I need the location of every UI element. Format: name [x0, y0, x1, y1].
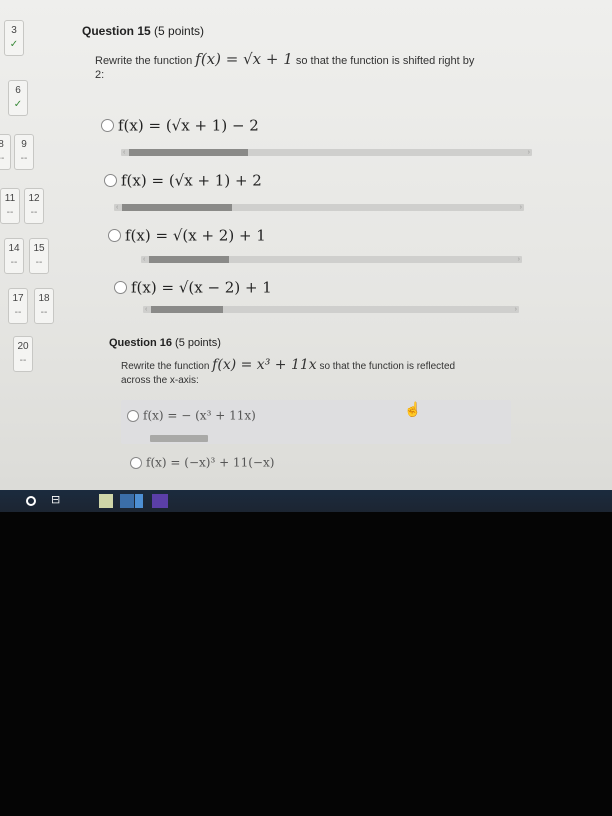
question-15-prompt: Rewrite the function f(x) = √x + 1 so th…	[95, 52, 545, 82]
prompt-text-line2: across the x-axis:	[121, 375, 199, 386]
nav-question-15[interactable]: 15 --	[29, 238, 49, 274]
teams-icon[interactable]	[152, 494, 168, 508]
scroll-thumb[interactable]	[129, 149, 248, 156]
nav-status: ✓	[13, 99, 23, 110]
option-expression: f(x) = − (x³ + 11x)	[143, 408, 256, 423]
nav-status: --	[19, 355, 27, 366]
q15-option-1[interactable]: f(x) = (√x + 1) − 2	[101, 115, 259, 135]
question-15-title: Question 15 (5 points)	[82, 24, 204, 38]
prompt-text-tail: 2:	[95, 69, 105, 81]
scroll-right-icon[interactable]: ›	[515, 305, 517, 314]
question-16-prompt: Rewrite the function f(x) = x³ + 11x so …	[121, 358, 521, 388]
scroll-left-icon[interactable]: ‹	[123, 148, 125, 157]
prompt-text-continued: so that the function is shifted right by	[295, 55, 475, 67]
nav-status: --	[14, 307, 22, 318]
nav-question-14[interactable]: 14 --	[4, 238, 24, 274]
mail-icon[interactable]	[120, 494, 134, 508]
nav-number: 3	[11, 25, 17, 36]
q15-option-2-scrollbar[interactable]: ‹ ›	[114, 204, 524, 211]
nav-status: --	[6, 207, 14, 218]
radio-button[interactable]	[114, 281, 127, 294]
scroll-right-icon[interactable]: ›	[518, 255, 520, 264]
nav-question-6[interactable]: 6 ✓	[8, 80, 28, 116]
radio-button[interactable]	[101, 119, 114, 132]
prompt-math: f(x) = x³ + 11x	[212, 357, 317, 373]
nav-number: 11	[4, 193, 16, 204]
nav-number: 15	[33, 243, 45, 254]
scroll-left-icon[interactable]: ‹	[116, 203, 118, 212]
nav-question-9[interactable]: 9 --	[14, 134, 34, 170]
nav-question-12[interactable]: 12 --	[24, 188, 44, 224]
nav-status: --	[40, 307, 48, 318]
q16-option-1[interactable]: f(x) = − (x³ + 11x)	[127, 405, 256, 424]
hand-pointer-icon: ☝	[404, 401, 422, 417]
prompt-text: Rewrite the function	[121, 361, 210, 372]
q15-option-3[interactable]: f(x) = √(x + 2) + 1	[108, 225, 266, 245]
question-title-text: Question 16	[109, 337, 172, 349]
prompt-math: f(x) = √x + 1	[195, 50, 293, 68]
nav-status: --	[30, 207, 38, 218]
option-expression: f(x) = (√x + 1) + 2	[121, 171, 262, 190]
question-points: (5 points)	[175, 337, 221, 349]
prompt-text-continued: so that the function is reflected	[319, 361, 456, 372]
nav-question-3[interactable]: 3 ✓	[4, 20, 24, 56]
q15-option-4-scrollbar[interactable]: ‹ ›	[143, 306, 519, 313]
file-explorer-icon[interactable]	[99, 494, 113, 508]
option-expression: f(x) = √(x − 2) + 1	[131, 278, 272, 297]
nav-number: 17	[12, 293, 24, 304]
scroll-right-icon[interactable]: ›	[520, 203, 522, 212]
browser-icon[interactable]	[135, 494, 143, 508]
question-title-text: Question 15	[82, 24, 151, 38]
nav-status: ✓	[9, 39, 19, 50]
q15-option-1-scrollbar[interactable]: ‹ ›	[121, 149, 532, 156]
radio-button[interactable]	[108, 229, 121, 242]
nav-status: --	[35, 257, 43, 268]
option-expression: f(x) = (√x + 1) − 2	[118, 116, 259, 135]
option-expression: f(x) = √(x + 2) + 1	[125, 226, 266, 245]
task-view-icon[interactable]: ⊟	[51, 493, 65, 507]
radio-button[interactable]	[130, 456, 142, 469]
nav-question-18[interactable]: 18 --	[34, 288, 54, 324]
question-points: (5 points)	[154, 24, 205, 38]
nav-number: 9	[21, 139, 27, 150]
question-16-title: Question 16 (5 points)	[109, 337, 221, 349]
taskbar: ⊟	[0, 490, 612, 512]
nav-question-8[interactable]: 8 --	[0, 134, 11, 170]
nav-status: --	[20, 153, 28, 164]
quiz-screen: 3 ✓ 6 ✓ 8 -- 9 -- 11 -- 12 -- 14 -- 15 -…	[0, 0, 612, 490]
scroll-left-icon[interactable]: ‹	[143, 255, 145, 264]
scroll-right-icon[interactable]: ›	[528, 148, 530, 157]
q16-option-2[interactable]: f(x) = (−x)³ + 11(−x)	[130, 452, 274, 471]
search-circle-icon[interactable]	[26, 496, 36, 506]
nav-number: 8	[0, 139, 4, 150]
nav-number: 12	[28, 193, 40, 204]
nav-question-17[interactable]: 17 --	[8, 288, 28, 324]
nav-number: 14	[8, 243, 20, 254]
nav-number: 6	[15, 85, 21, 96]
scroll-left-icon[interactable]: ‹	[145, 305, 147, 314]
scroll-thumb[interactable]	[151, 306, 223, 313]
q15-option-3-scrollbar[interactable]: ‹ ›	[141, 256, 522, 263]
radio-button[interactable]	[104, 174, 117, 187]
option-expression: f(x) = (−x)³ + 11(−x)	[146, 455, 275, 470]
prompt-text: Rewrite the function	[95, 55, 193, 67]
nav-number: 20	[17, 341, 29, 352]
q15-option-2[interactable]: f(x) = (√x + 1) + 2	[104, 170, 262, 190]
nav-status: --	[10, 257, 18, 268]
q15-option-4[interactable]: f(x) = √(x − 2) + 1	[114, 277, 272, 297]
nav-question-11[interactable]: 11 --	[0, 188, 20, 224]
nav-question-20[interactable]: 20 --	[13, 336, 33, 372]
nav-status: --	[0, 153, 5, 164]
nav-number: 18	[38, 293, 50, 304]
q16-option-1-scrollbar[interactable]	[150, 435, 208, 442]
scroll-thumb[interactable]	[149, 256, 229, 263]
radio-button[interactable]	[127, 409, 139, 422]
scroll-thumb[interactable]	[122, 204, 232, 211]
